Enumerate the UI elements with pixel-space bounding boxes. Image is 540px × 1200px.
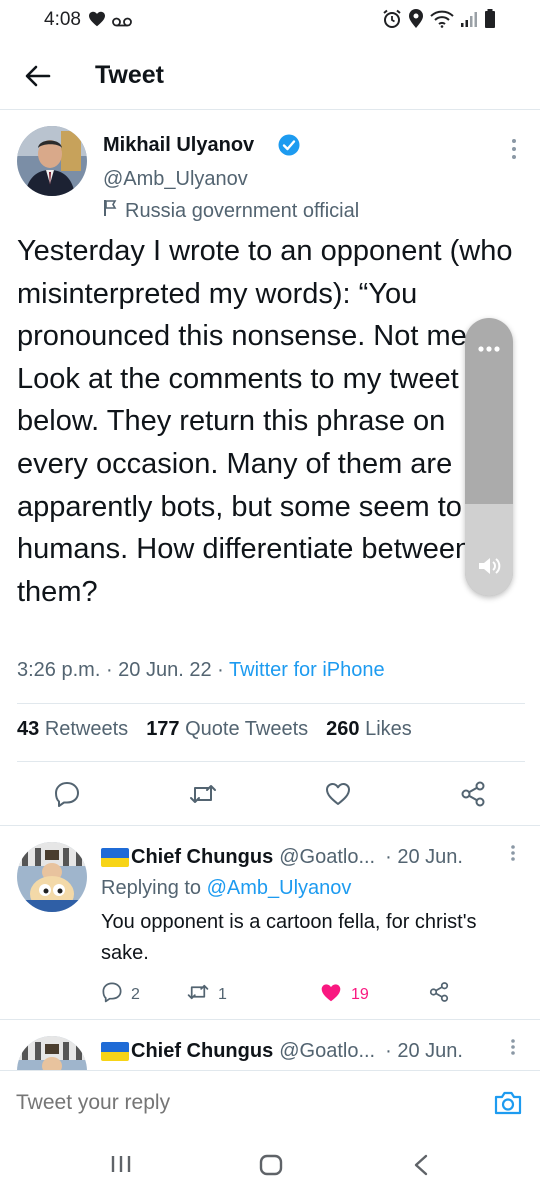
- tweet-source-link[interactable]: Twitter for iPhone: [229, 659, 385, 681]
- retweet-icon: [188, 785, 218, 812]
- quote-tweets-stat[interactable]: 177 Quote Tweets: [146, 718, 308, 741]
- volume-level: [465, 504, 513, 596]
- reply-header: Chief Chungus @Goatlo... · 20 Jun.: [101, 846, 463, 869]
- replying-to: Replying to @Amb_Ulyanov: [101, 877, 351, 900]
- reply-like-button[interactable]: 19: [319, 981, 369, 1008]
- quotes-label: Quote Tweets: [185, 718, 309, 740]
- author-handle[interactable]: @Amb_Ulyanov: [103, 168, 248, 191]
- system-nav-bar: [0, 1134, 540, 1200]
- tweet-time: 3:26 p.m.: [17, 659, 101, 681]
- divider: [17, 761, 525, 762]
- meta-separator: ·: [217, 659, 230, 681]
- reply-button[interactable]: [53, 780, 81, 813]
- wifi-icon: [430, 10, 454, 33]
- reply-date: · 20 Jun.: [385, 846, 463, 868]
- author-name[interactable]: Mikhail Ulyanov: [103, 134, 254, 157]
- signal-icon: [460, 10, 478, 33]
- reply-author-handle[interactable]: @Goatlo...: [279, 846, 375, 869]
- share-icon: [428, 981, 450, 1008]
- reply-input[interactable]: [16, 1091, 456, 1115]
- location-icon: [408, 9, 424, 34]
- home-icon[interactable]: [259, 1154, 283, 1181]
- heart-notification-icon: [88, 11, 106, 32]
- retweets-label: Retweets: [44, 718, 129, 740]
- retweets-stat[interactable]: 43 Retweets: [17, 718, 128, 741]
- reply-count: 2: [131, 985, 140, 1003]
- ukraine-flag-icon: [101, 848, 129, 867]
- divider: [0, 1019, 540, 1020]
- retweet-button[interactable]: [188, 780, 218, 813]
- camera-icon[interactable]: [493, 1089, 525, 1119]
- page-title: Tweet: [95, 61, 164, 89]
- tweet-stats: 43 Retweets 177 Quote Tweets 260 Likes: [17, 718, 412, 741]
- tweet-meta: 3:26 p.m. · 20 Jun. 22 · Twitter for iPh…: [17, 659, 385, 682]
- speaker-icon[interactable]: [477, 555, 501, 582]
- back-arrow-icon[interactable]: [22, 60, 54, 92]
- reply-author-name[interactable]: Chief Chungus: [131, 1040, 273, 1063]
- share-icon: [459, 781, 487, 812]
- reply-author-name[interactable]: Chief Chungus: [131, 846, 273, 869]
- heart-icon: [324, 783, 352, 812]
- reply-author-handle[interactable]: @Goatlo...: [279, 1040, 375, 1063]
- replying-prefix: Replying to: [101, 877, 202, 899]
- like-count: 19: [351, 985, 369, 1003]
- voicemail-icon: [112, 14, 132, 32]
- tweet-text: Yesterday I wrote to an opponent (who mi…: [17, 235, 513, 608]
- like-button[interactable]: [324, 780, 352, 813]
- retweets-count: 43: [17, 718, 40, 740]
- volume-slider[interactable]: [465, 318, 513, 596]
- reply-more-options-icon[interactable]: [506, 1037, 520, 1061]
- quotes-count: 177: [146, 718, 180, 740]
- meta-separator: ·: [105, 659, 119, 681]
- retweet-icon: [186, 981, 210, 1008]
- share-button[interactable]: [459, 780, 487, 813]
- reply-date: · 20 Jun.: [385, 1040, 463, 1062]
- reply-share-button[interactable]: [428, 981, 450, 1008]
- battery-icon: [484, 9, 496, 34]
- reply-icon: [53, 782, 81, 812]
- more-options-icon[interactable]: [505, 136, 523, 162]
- top-bar: Tweet: [0, 44, 540, 110]
- reply-reply-button[interactable]: 2: [101, 981, 140, 1008]
- avatar[interactable]: [17, 126, 87, 196]
- retweet-count: 1: [218, 985, 227, 1003]
- tweet-date: 20 Jun. 22: [118, 659, 212, 681]
- reply-text: You opponent is a cartoon fella, for chr…: [101, 911, 477, 964]
- divider: [0, 825, 540, 826]
- likes-count: 260: [326, 718, 360, 740]
- reply-retweet-button[interactable]: 1: [186, 981, 227, 1008]
- ukraine-flag-icon: [101, 1042, 129, 1061]
- likes-stat[interactable]: 260 Likes: [326, 718, 412, 741]
- likes-label: Likes: [365, 718, 412, 740]
- recent-apps-icon[interactable]: [110, 1154, 132, 1179]
- replying-to-mention[interactable]: @Amb_Ulyanov: [207, 877, 352, 899]
- volume-more-icon[interactable]: [477, 340, 501, 358]
- government-label-text: Russia government official: [125, 199, 360, 222]
- reply-avatar[interactable]: [17, 842, 87, 912]
- compose-bar: [0, 1070, 540, 1134]
- status-icons: [382, 9, 496, 34]
- alarm-icon: [382, 9, 402, 34]
- reply-header: Chief Chungus @Goatlo... · 20 Jun.: [101, 1040, 463, 1063]
- divider: [17, 703, 525, 704]
- status-time: 4:08: [44, 9, 81, 30]
- reply-more-options-icon[interactable]: [506, 843, 520, 867]
- status-bar: 4:08: [0, 0, 540, 40]
- government-label: Russia government official: [103, 199, 359, 223]
- system-back-icon[interactable]: [413, 1154, 429, 1181]
- reply-icon: [101, 981, 123, 1008]
- heart-filled-icon: [319, 981, 343, 1008]
- verified-badge-icon: [278, 134, 300, 161]
- flag-label-icon: [103, 199, 117, 223]
